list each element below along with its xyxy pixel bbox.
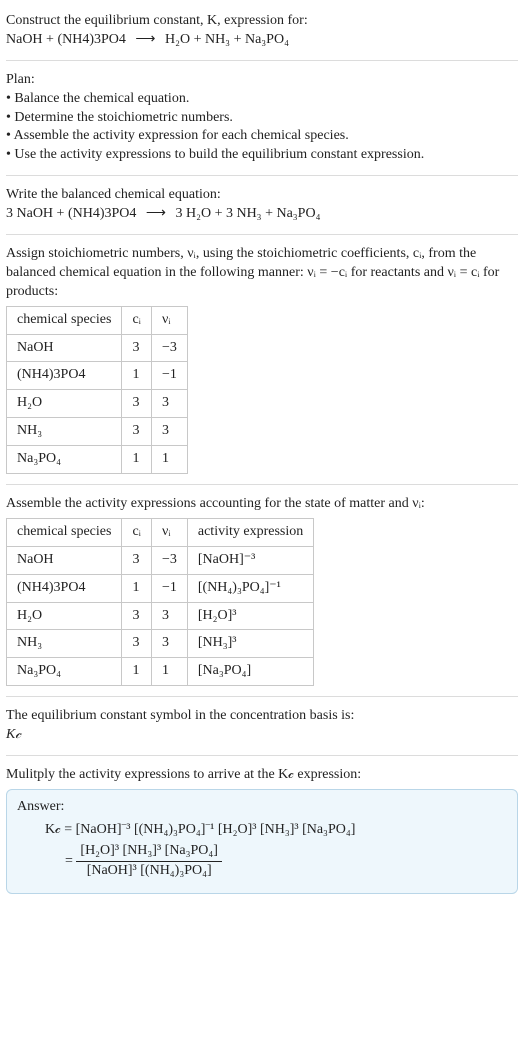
col-header: cᵢ [122, 306, 152, 334]
table-row: NH₃ 3 3 [NH₃]³ [7, 630, 314, 658]
multiply-section: Mulitply the activity expressions to arr… [6, 760, 518, 899]
answer-frac-den: [NaOH]³ [(NH₄)₃PO₄] [76, 862, 222, 881]
table-row: H₂O 3 3 [H₂O]³ [7, 602, 314, 630]
cell-v: 3 [151, 418, 187, 446]
cell-v: 3 [151, 602, 187, 630]
cell-species: NH₃ [7, 630, 122, 658]
divider [6, 696, 518, 697]
cell-c: 1 [122, 362, 152, 390]
assign-text: Assign stoichiometric numbers, νᵢ, using… [6, 245, 518, 302]
divider [6, 175, 518, 176]
activity-text: Assemble the activity expressions accoun… [6, 495, 518, 514]
symbol-line1: The equilibrium constant symbol in the c… [6, 707, 518, 726]
plan-item: • Assemble the activity expression for e… [6, 127, 518, 146]
cell-expr: [Na₃PO₄] [187, 658, 313, 686]
cell-expr: [H₂O]³ [187, 602, 313, 630]
activity-section: Assemble the activity expressions accoun… [6, 489, 518, 692]
multiply-text: Mulitply the activity expressions to arr… [6, 766, 518, 785]
intro-section: Construct the equilibrium constant, K, e… [6, 6, 518, 56]
answer-frac-num: [H₂O]³ [NH₃]³ [Na₃PO₄] [76, 842, 222, 862]
intro-line1: Construct the equilibrium constant, K, e… [6, 12, 518, 31]
balanced-lhs: 3 NaOH + (NH4)3PO4 [6, 206, 136, 221]
intro-equation: NaOH + (NH4)3PO4 ⟶ H₂O + NH₃ + Na₃PO₄ [6, 31, 518, 50]
answer-label: Answer: [17, 798, 507, 817]
table-row: NaOH 3 −3 [7, 334, 188, 362]
cell-species: (NH4)3PO4 [7, 574, 122, 602]
cell-species: NaOH [7, 334, 122, 362]
plan-item: • Balance the chemical equation. [6, 90, 518, 109]
answer-line1: K𝒸 = [NaOH]⁻³ [(NH₄)₃PO₄]⁻¹ [H₂O]³ [NH₃]… [17, 821, 507, 840]
activity-table: chemical species cᵢ νᵢ activity expressi… [6, 518, 314, 686]
cell-expr: [(NH₄)₃PO₄]⁻¹ [187, 574, 313, 602]
intro-eq-lhs: NaOH + (NH4)3PO4 [6, 32, 126, 47]
balanced-equation: 3 NaOH + (NH4)3PO4 ⟶ 3 H₂O + 3 NH₃ + Na₃… [6, 205, 518, 224]
balanced-heading: Write the balanced chemical equation: [6, 186, 518, 205]
cell-v: −3 [151, 334, 187, 362]
answer-eq-prefix: = [65, 853, 76, 868]
cell-v: 3 [151, 390, 187, 418]
plan-item: • Determine the stoichiometric numbers. [6, 109, 518, 128]
cell-c: 1 [122, 658, 152, 686]
cell-v: 1 [151, 658, 187, 686]
cell-c: 3 [122, 390, 152, 418]
plan-item: • Use the activity expressions to build … [6, 146, 518, 165]
table-row: (NH4)3PO4 1 −1 [7, 362, 188, 390]
cell-c: 1 [122, 574, 152, 602]
cell-c: 3 [122, 630, 152, 658]
assign-section: Assign stoichiometric numbers, νᵢ, using… [6, 239, 518, 480]
balanced-section: Write the balanced chemical equation: 3 … [6, 180, 518, 230]
divider [6, 234, 518, 235]
plan-section: Plan: • Balance the chemical equation. •… [6, 65, 518, 171]
cell-c: 1 [122, 446, 152, 474]
cell-c: 3 [122, 546, 152, 574]
page-root: Construct the equilibrium constant, K, e… [0, 0, 524, 912]
table-header-row: chemical species cᵢ νᵢ [7, 306, 188, 334]
divider [6, 755, 518, 756]
arrow-icon: ⟶ [140, 206, 172, 221]
cell-expr: [NH₃]³ [187, 630, 313, 658]
cell-v: 3 [151, 630, 187, 658]
cell-c: 3 [122, 418, 152, 446]
table-row: NH₃ 3 3 [7, 418, 188, 446]
answer-fraction: [H₂O]³ [NH₃]³ [Na₃PO₄] [NaOH]³ [(NH₄)₃PO… [76, 842, 222, 881]
cell-expr: [NaOH]⁻³ [187, 546, 313, 574]
table-row: NaOH 3 −3 [NaOH]⁻³ [7, 546, 314, 574]
col-header: νᵢ [151, 306, 187, 334]
table-row: Na₃PO₄ 1 1 [7, 446, 188, 474]
col-header: activity expression [187, 518, 313, 546]
intro-eq-rhs: H₂O + NH₃ + Na₃PO₄ [165, 32, 289, 47]
cell-species: (NH4)3PO4 [7, 362, 122, 390]
col-header: chemical species [7, 518, 122, 546]
cell-species: H₂O [7, 602, 122, 630]
answer-box: Answer: K𝒸 = [NaOH]⁻³ [(NH₄)₃PO₄]⁻¹ [H₂O… [6, 789, 518, 894]
plan-heading: Plan: [6, 71, 518, 90]
divider [6, 60, 518, 61]
divider [6, 484, 518, 485]
symbol-section: The equilibrium constant symbol in the c… [6, 701, 518, 751]
col-header: νᵢ [151, 518, 187, 546]
cell-species: Na₃PO₄ [7, 446, 122, 474]
cell-c: 3 [122, 602, 152, 630]
cell-species: Na₃PO₄ [7, 658, 122, 686]
table-row: Na₃PO₄ 1 1 [Na₃PO₄] [7, 658, 314, 686]
cell-species: H₂O [7, 390, 122, 418]
table-header-row: chemical species cᵢ νᵢ activity expressi… [7, 518, 314, 546]
cell-c: 3 [122, 334, 152, 362]
table-row: H₂O 3 3 [7, 390, 188, 418]
assign-table: chemical species cᵢ νᵢ NaOH 3 −3 (NH4)3P… [6, 306, 188, 474]
cell-v: 1 [151, 446, 187, 474]
cell-species: NH₃ [7, 418, 122, 446]
cell-species: NaOH [7, 546, 122, 574]
symbol-line2: K𝒸 [6, 726, 518, 745]
arrow-icon: ⟶ [129, 32, 161, 47]
balanced-rhs: 3 H₂O + 3 NH₃ + Na₃PO₄ [175, 206, 320, 221]
intro-text: Construct the equilibrium constant, K, e… [6, 13, 308, 28]
cell-v: −1 [151, 362, 187, 390]
col-header: cᵢ [122, 518, 152, 546]
table-row: (NH4)3PO4 1 −1 [(NH₄)₃PO₄]⁻¹ [7, 574, 314, 602]
answer-line2: = [H₂O]³ [NH₃]³ [Na₃PO₄] [NaOH]³ [(NH₄)₃… [17, 842, 507, 881]
cell-v: −1 [151, 574, 187, 602]
col-header: chemical species [7, 306, 122, 334]
cell-v: −3 [151, 546, 187, 574]
